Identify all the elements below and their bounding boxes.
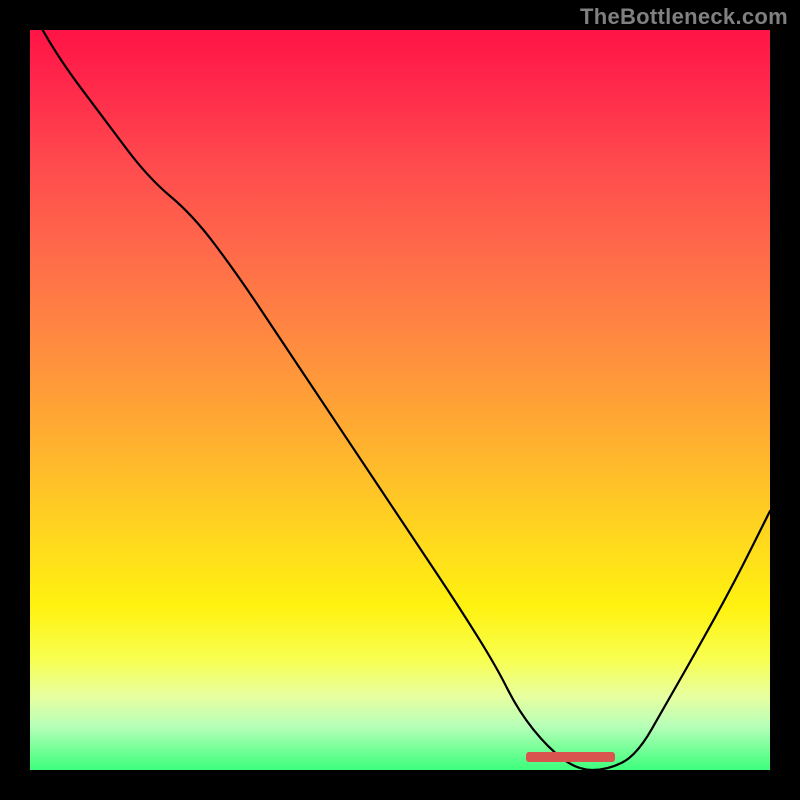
watermark-text: TheBottleneck.com [580, 4, 788, 30]
bottleneck-curve [30, 30, 770, 770]
curve-svg [30, 30, 770, 770]
plot-area [30, 30, 770, 770]
optimal-range-marker [526, 752, 615, 762]
